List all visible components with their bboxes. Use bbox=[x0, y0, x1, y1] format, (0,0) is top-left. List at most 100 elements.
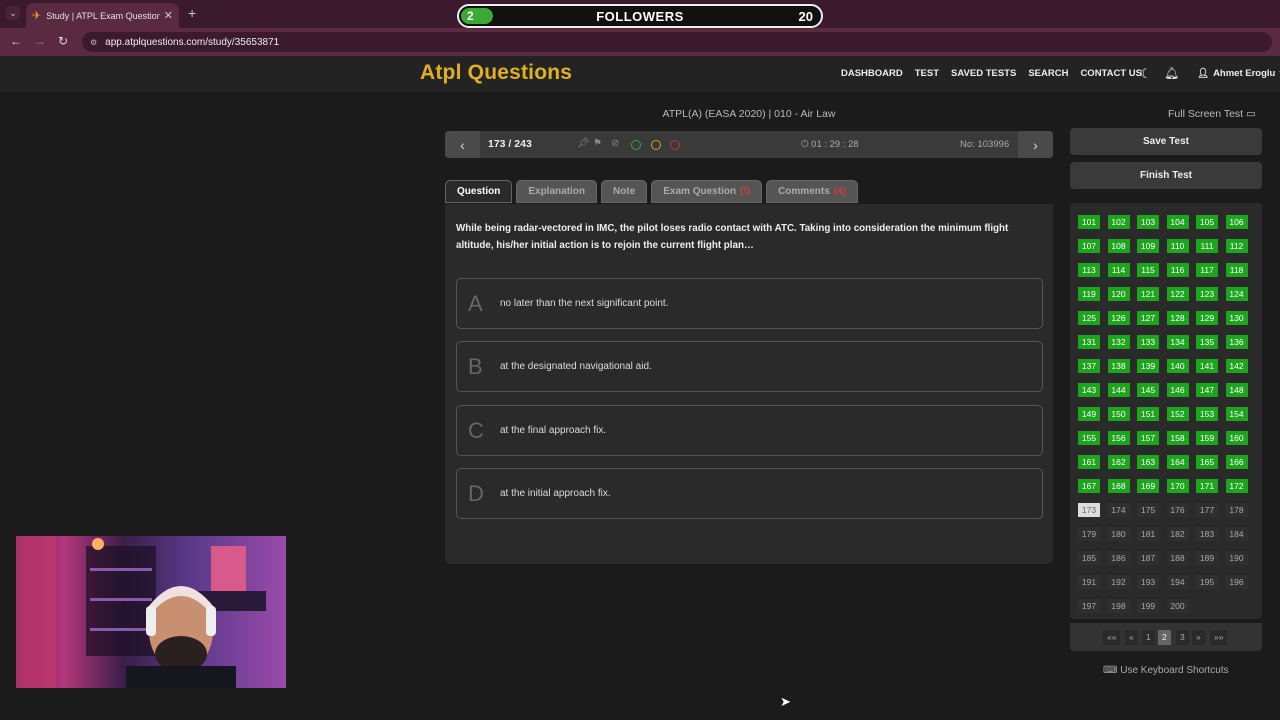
block-icon[interactable]: ⊘ bbox=[611, 138, 619, 149]
tab-question[interactable]: Question bbox=[445, 180, 513, 203]
question-grid-cell[interactable]: 121 bbox=[1137, 287, 1159, 301]
question-grid-cell[interactable]: 118 bbox=[1225, 263, 1248, 277]
site-info-icon[interactable]: ⚙ bbox=[90, 38, 97, 47]
question-grid-cell[interactable]: 104 bbox=[1166, 215, 1189, 229]
question-grid-cell[interactable]: 140 bbox=[1166, 359, 1189, 373]
question-grid-cell[interactable]: 179 bbox=[1078, 527, 1100, 541]
question-grid-cell[interactable]: 193 bbox=[1137, 575, 1159, 589]
question-grid-cell[interactable]: 135 bbox=[1196, 335, 1218, 349]
pager-button[interactable]: 1 bbox=[1142, 630, 1155, 645]
question-grid-cell[interactable]: 127 bbox=[1137, 311, 1159, 325]
question-grid-cell[interactable]: 105 bbox=[1196, 215, 1218, 229]
question-grid-cell[interactable]: 122 bbox=[1166, 287, 1189, 301]
question-grid-cell[interactable]: 188 bbox=[1166, 551, 1189, 565]
question-grid-cell[interactable]: 152 bbox=[1166, 407, 1189, 421]
question-grid-cell[interactable]: 192 bbox=[1107, 575, 1130, 589]
question-grid-cell[interactable]: 128 bbox=[1166, 311, 1189, 325]
nav-saved-tests[interactable]: SAVED TESTS bbox=[951, 68, 1016, 79]
question-grid-cell[interactable]: 195 bbox=[1196, 575, 1218, 589]
pager-button[interactable]: 3 bbox=[1176, 630, 1189, 645]
previous-question-button[interactable]: ‹ bbox=[445, 131, 480, 158]
question-grid-cell[interactable]: 169 bbox=[1137, 479, 1159, 493]
question-grid-cell[interactable]: 183 bbox=[1196, 527, 1218, 541]
question-grid-cell[interactable]: 175 bbox=[1137, 503, 1159, 517]
question-grid-cell[interactable]: 111 bbox=[1196, 239, 1218, 253]
question-grid-cell[interactable]: 196 bbox=[1225, 575, 1248, 589]
nav-contact-us[interactable]: CONTACT US bbox=[1080, 68, 1142, 79]
question-grid-cell[interactable]: 106 bbox=[1225, 215, 1248, 229]
tab-list-chevron-icon[interactable]: ⌄ bbox=[6, 6, 20, 20]
question-grid-cell[interactable]: 171 bbox=[1196, 479, 1218, 493]
question-grid-cell[interactable]: 113 bbox=[1078, 263, 1100, 277]
question-grid-cell[interactable]: 142 bbox=[1225, 359, 1248, 373]
question-grid-cell[interactable]: 116 bbox=[1166, 263, 1189, 277]
question-grid-cell[interactable]: 197 bbox=[1078, 599, 1100, 613]
tab-exam-question[interactable]: Exam Question (!) bbox=[651, 180, 763, 203]
next-question-button[interactable]: › bbox=[1018, 131, 1053, 158]
pager-button[interactable]: « bbox=[1125, 630, 1138, 645]
question-grid-cell[interactable]: 159 bbox=[1196, 431, 1218, 445]
tab-comments[interactable]: Comments (4) bbox=[766, 180, 858, 203]
pager-button[interactable]: «« bbox=[1103, 630, 1121, 645]
question-grid-cell[interactable]: 194 bbox=[1166, 575, 1189, 589]
question-grid-cell[interactable]: 143 bbox=[1078, 383, 1100, 397]
question-grid-cell[interactable]: 149 bbox=[1078, 407, 1100, 421]
yellow-marker-dot[interactable] bbox=[651, 140, 661, 150]
close-icon[interactable]: ✕ bbox=[164, 9, 173, 22]
question-grid-cell[interactable]: 139 bbox=[1137, 359, 1159, 373]
question-grid-cell[interactable]: 103 bbox=[1137, 215, 1159, 229]
question-grid-cell[interactable]: 112 bbox=[1225, 239, 1248, 253]
question-grid-cell[interactable]: 133 bbox=[1137, 335, 1159, 349]
question-grid-cell[interactable]: 126 bbox=[1107, 311, 1130, 325]
question-grid-cell[interactable]: 200 bbox=[1166, 599, 1189, 613]
tab-note[interactable]: Note bbox=[601, 180, 648, 203]
question-grid-cell[interactable]: 114 bbox=[1107, 263, 1130, 277]
question-grid-cell[interactable]: 199 bbox=[1137, 599, 1159, 613]
new-tab-plus-icon[interactable]: + bbox=[188, 5, 196, 21]
question-grid-cell[interactable]: 137 bbox=[1078, 359, 1100, 373]
question-grid-cell[interactable]: 170 bbox=[1166, 479, 1189, 493]
question-grid-cell[interactable]: 136 bbox=[1225, 335, 1248, 349]
pager-button[interactable]: 2 bbox=[1158, 630, 1171, 645]
question-grid-cell[interactable]: 158 bbox=[1166, 431, 1189, 445]
question-grid-cell[interactable]: 166 bbox=[1225, 455, 1248, 469]
question-grid-cell[interactable]: 120 bbox=[1107, 287, 1130, 301]
keyboard-shortcuts-link[interactable]: ⌨ Use Keyboard Shortcuts bbox=[1103, 665, 1229, 676]
question-grid-cell[interactable]: 153 bbox=[1196, 407, 1218, 421]
question-grid-cell[interactable]: 191 bbox=[1078, 575, 1100, 589]
question-grid-cell[interactable]: 101 bbox=[1078, 215, 1100, 229]
question-grid-cell[interactable]: 109 bbox=[1137, 239, 1159, 253]
question-grid-cell[interactable]: 189 bbox=[1196, 551, 1218, 565]
question-grid-cell[interactable]: 155 bbox=[1078, 431, 1100, 445]
answer-option-b[interactable]: B at the designated navigational aid. bbox=[456, 341, 1043, 392]
question-grid-cell[interactable]: 124 bbox=[1225, 287, 1248, 301]
answer-option-c[interactable]: C at the final approach fix. bbox=[456, 405, 1043, 456]
question-grid-cell[interactable]: 174 bbox=[1107, 503, 1130, 517]
question-grid-cell[interactable]: 102 bbox=[1107, 215, 1130, 229]
browser-tab[interactable]: ✈ Study | ATPL Exam Question Ba ✕ bbox=[26, 3, 179, 28]
nav-test[interactable]: TEST bbox=[915, 68, 939, 79]
question-grid-cell[interactable]: 172 bbox=[1225, 479, 1248, 493]
question-grid-cell[interactable]: 129 bbox=[1196, 311, 1218, 325]
question-grid-cell[interactable]: 132 bbox=[1107, 335, 1130, 349]
question-grid-cell[interactable]: 123 bbox=[1196, 287, 1218, 301]
question-grid-cell[interactable]: 190 bbox=[1225, 551, 1248, 565]
question-grid-cell[interactable]: 160 bbox=[1225, 431, 1248, 445]
question-grid-cell[interactable]: 163 bbox=[1137, 455, 1159, 469]
question-grid-cell[interactable]: 134 bbox=[1166, 335, 1189, 349]
question-grid-cell[interactable]: 162 bbox=[1107, 455, 1130, 469]
question-grid-cell[interactable]: 185 bbox=[1078, 551, 1100, 565]
question-grid-cell[interactable]: 145 bbox=[1137, 383, 1159, 397]
question-grid-cell[interactable]: 110 bbox=[1166, 239, 1189, 253]
question-grid-cell[interactable]: 151 bbox=[1137, 407, 1159, 421]
question-grid-cell[interactable]: 173 bbox=[1078, 503, 1100, 517]
user-menu[interactable]: 👤︎ Ahmet Eroglu ▾ bbox=[1197, 68, 1280, 79]
question-grid-cell[interactable]: 157 bbox=[1137, 431, 1159, 445]
question-grid-cell[interactable]: 115 bbox=[1137, 263, 1159, 277]
answer-option-d[interactable]: D at the initial approach fix. bbox=[456, 468, 1043, 519]
question-grid-cell[interactable]: 141 bbox=[1196, 359, 1218, 373]
question-grid-cell[interactable]: 138 bbox=[1107, 359, 1130, 373]
red-marker-dot[interactable] bbox=[670, 140, 680, 150]
question-grid-cell[interactable]: 180 bbox=[1107, 527, 1130, 541]
question-grid-cell[interactable]: 107 bbox=[1078, 239, 1100, 253]
